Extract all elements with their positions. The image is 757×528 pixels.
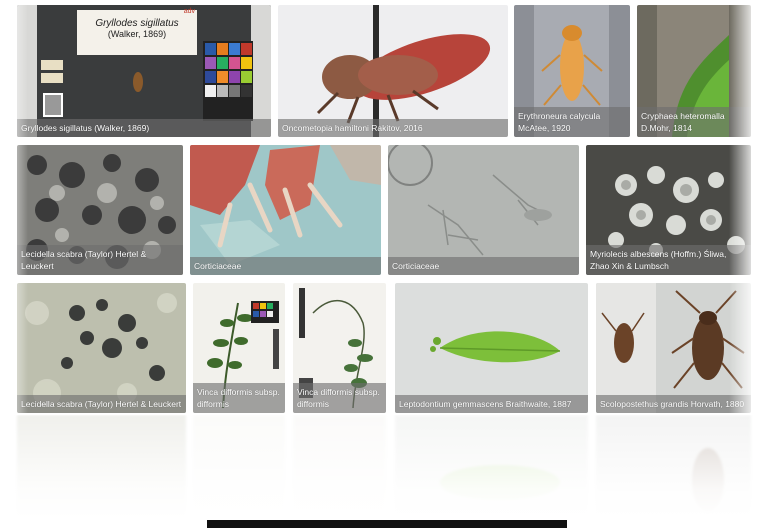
label-subtitle: (Walker, 1869) — [107, 29, 167, 39]
tile-caption: Lecidella scabra (Taylor) Hertel & Leuck… — [17, 395, 186, 413]
gallery-tile[interactable]: Corticiaceae — [190, 145, 381, 275]
gallery-tile[interactable]: Erythroneura calycula McAtee, 1920 — [514, 5, 630, 137]
microscope-photo — [190, 145, 381, 275]
tile-caption: Vinca difformis subsp. difformis — [193, 383, 285, 413]
tile-caption: Corticiaceae — [190, 257, 381, 275]
gallery-tile[interactable]: Lecidella scabra (Taylor) Hertel & Leuck… — [17, 145, 183, 275]
gallery-tile[interactable]: Scolopostethus grandis Horvath, 1880 — [596, 283, 751, 413]
moss-leaf-photo — [395, 283, 588, 413]
tile-caption: Erythroneura calycula McAtee, 1920 — [514, 107, 630, 137]
tile-caption: Lecidella scabra (Taylor) Hertel & Leuck… — [17, 245, 183, 275]
microscope-photo — [388, 145, 579, 275]
tile-caption: Oncometopia hamiltoni Rakitov, 2016 — [278, 119, 508, 137]
insect-photo — [278, 5, 508, 137]
tile-caption: Gryllodes sigillatus (Walker, 1869) — [17, 119, 271, 137]
tile-caption: Scolopostethus grandis Horvath, 1880 — [596, 395, 751, 413]
right-edge-fade — [729, 0, 757, 420]
tile-caption: Vinca difformis subsp. difformis — [293, 383, 386, 413]
gallery-tile[interactable]: adv Gryllodes sigillatus (Walker, 1869) … — [17, 5, 271, 137]
bottom-bar — [207, 520, 567, 528]
reflection-fade — [0, 415, 757, 520]
gallery-tile[interactable]: Myriolecis albescens (Hoffm.) Śliwa, Zha… — [586, 145, 751, 275]
gallery-tile[interactable]: Leptodontium gemmascens Braithwaite, 188… — [395, 283, 588, 413]
tile-caption: Leptodontium gemmascens Braithwaite, 188… — [395, 395, 588, 413]
left-edge-fade — [0, 0, 28, 420]
gallery-tile[interactable]: Oncometopia hamiltoni Rakitov, 2016 — [278, 5, 508, 137]
gallery-reflection — [0, 415, 757, 520]
tile-caption: Myriolecis albescens (Hoffm.) Śliwa, Zha… — [586, 245, 751, 275]
label-corner-text: adv — [183, 8, 195, 15]
lichen-photo — [17, 283, 186, 413]
insect-photo — [596, 283, 751, 413]
gallery-tile[interactable]: Vinca difformis subsp. difformis — [193, 283, 285, 413]
tile-caption: Corticiaceae — [388, 257, 579, 275]
gallery-tile[interactable]: Lecidella scabra (Taylor) Hertel & Leuck… — [17, 283, 186, 413]
label-title: Gryllodes sigillatus — [95, 18, 179, 29]
gallery-tile[interactable]: Vinca difformis subsp. difformis — [293, 283, 386, 413]
specimen-label: adv Gryllodes sigillatus (Walker, 1869) — [77, 8, 197, 39]
gallery-tile[interactable]: Corticiaceae — [388, 145, 579, 275]
